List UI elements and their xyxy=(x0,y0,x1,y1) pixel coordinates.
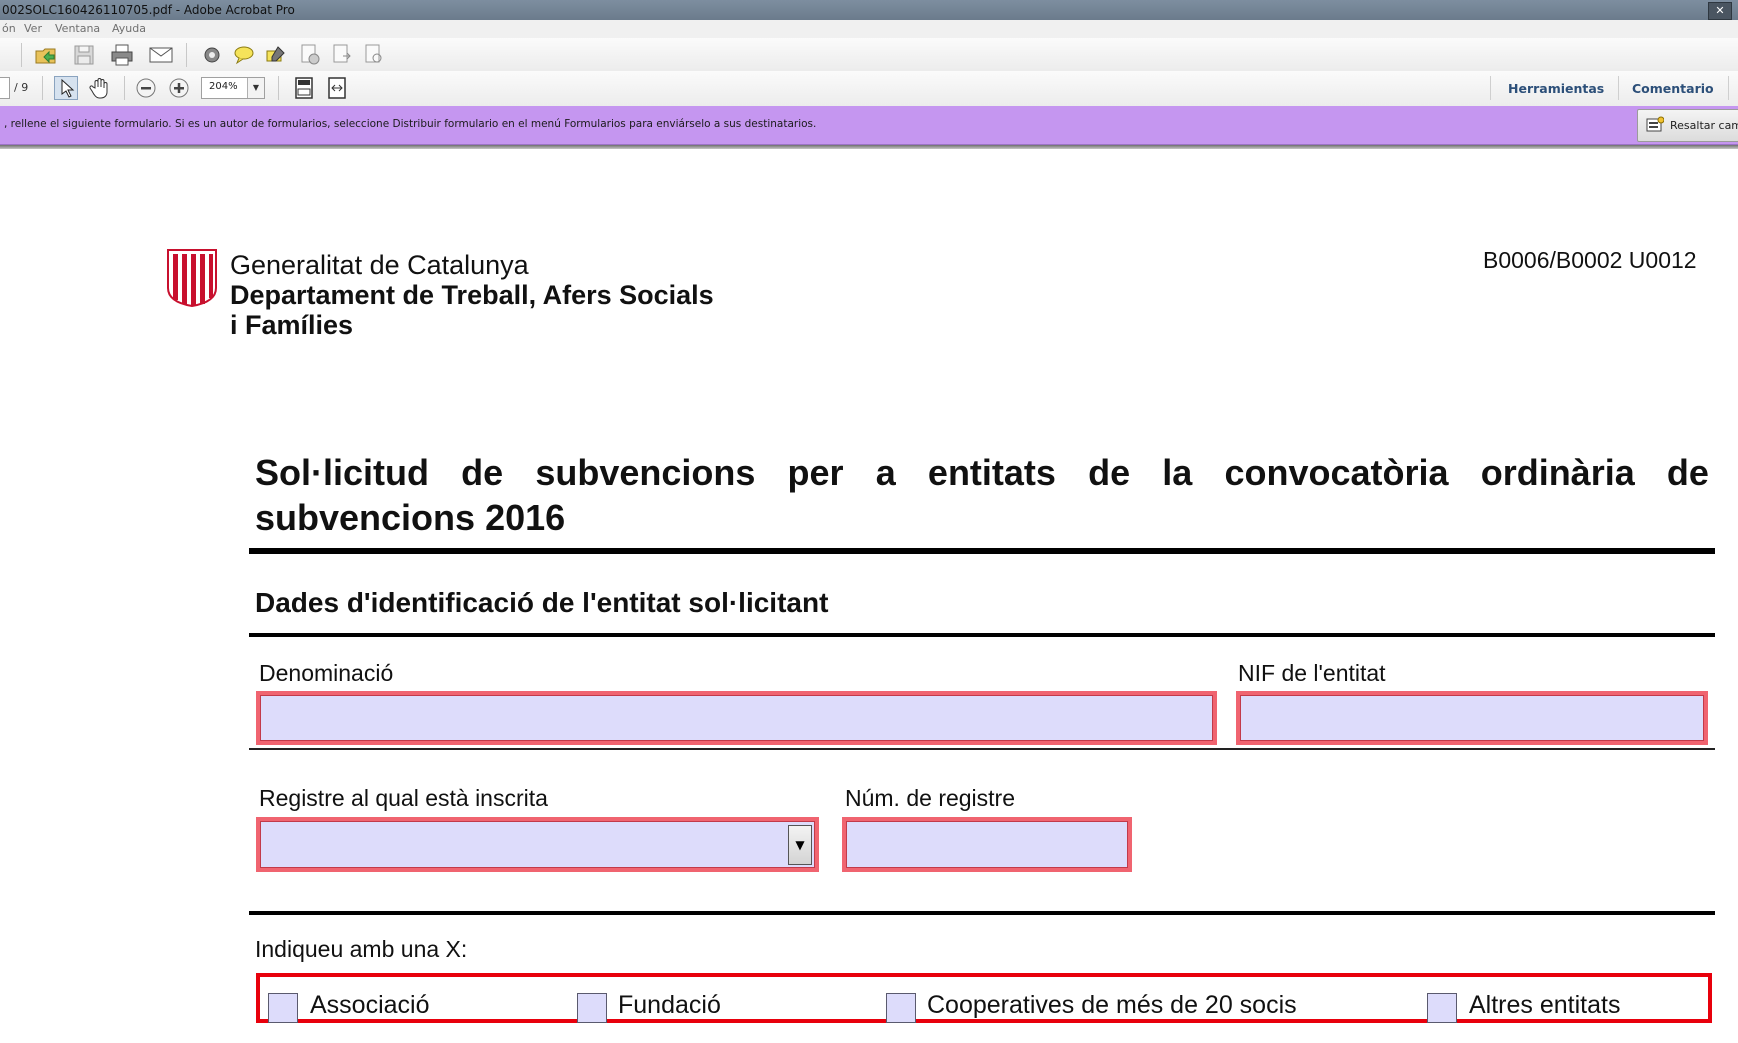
registre-select[interactable]: ▼ xyxy=(256,817,819,872)
indicate-label: Indiqueu amb una X: xyxy=(255,936,468,962)
highlight-fields-icon xyxy=(1646,116,1665,132)
zoom-level-select[interactable]: 204% ▼ xyxy=(201,77,265,99)
toolbar-separator xyxy=(21,43,22,67)
num-registre-field[interactable] xyxy=(842,817,1132,872)
select-tool-icon[interactable] xyxy=(54,76,78,100)
toolbar-separator xyxy=(186,43,187,67)
org-name-line2: Departament de Treball, Afers Socials xyxy=(230,280,714,310)
print-icon[interactable] xyxy=(110,43,134,67)
title-word: convocatòria xyxy=(1224,452,1449,493)
pdf-page: Generalitat de Catalunya Departament de … xyxy=(0,149,1738,1043)
toolbar-separator xyxy=(278,76,279,100)
denominacio-field[interactable] xyxy=(256,691,1217,745)
page-total: / 9 xyxy=(14,81,29,94)
document-title-line1: Sol·licitud de subvencions per a entitat… xyxy=(255,450,1709,495)
zoom-out-icon[interactable] xyxy=(134,76,158,100)
toolbar-separator xyxy=(1618,76,1619,100)
open-folder-icon[interactable] xyxy=(34,43,58,67)
checkbox-associacio[interactable] xyxy=(268,993,298,1023)
document-title-line2: subvencions 2016 xyxy=(255,497,566,538)
nif-field[interactable] xyxy=(1236,691,1708,745)
generalitat-logo-icon xyxy=(166,248,218,308)
registre-label: Registre al qual està inscrita xyxy=(259,785,548,811)
menu-item-ventana[interactable]: Ventana xyxy=(55,22,100,35)
title-word: per xyxy=(787,452,844,493)
form-message: , rellene el siguiente formulario. Si es… xyxy=(4,118,817,130)
tools-pane-link[interactable]: Herramientas xyxy=(1508,81,1604,96)
title-word: de xyxy=(1088,452,1131,493)
comment-pane-link[interactable]: Comentario xyxy=(1632,81,1714,96)
document-search-icon[interactable] xyxy=(362,43,386,67)
chevron-down-icon[interactable]: ▼ xyxy=(788,825,812,865)
toolbar-separator xyxy=(42,76,43,100)
page-number-input[interactable] xyxy=(0,77,10,99)
entity-type-group: Associació Fundació Cooperatives de més … xyxy=(256,973,1712,1023)
highlight-fields-label: Resaltar cam xyxy=(1670,119,1738,132)
file-toolbar xyxy=(0,38,1738,72)
navigation-toolbar: / 9 204% ▼ Herramientas Comentario xyxy=(0,71,1738,107)
title-word: ordinària xyxy=(1480,452,1635,493)
checkbox-altres-entitats-label: Altres entitats xyxy=(1469,991,1621,1019)
fit-page-icon[interactable] xyxy=(292,76,316,100)
menu-item-ayuda[interactable]: Ayuda xyxy=(112,22,146,35)
close-window-button[interactable]: ✕ xyxy=(1708,2,1732,20)
settings-gear-icon[interactable] xyxy=(200,43,224,67)
checkbox-cooperatives[interactable] xyxy=(886,993,916,1023)
menu-item-partial[interactable]: ón xyxy=(2,22,16,35)
document-title: Sol·licitud de subvencions per a entitat… xyxy=(255,450,1709,540)
title-word: subvencions xyxy=(535,452,756,493)
section-title: Dades d'identificació de l'entitat sol·l… xyxy=(255,587,829,618)
title-divider xyxy=(249,548,1715,554)
title-word: a xyxy=(875,452,896,493)
checkbox-associacio-label: Associació xyxy=(310,991,430,1019)
save-icon[interactable] xyxy=(72,43,96,67)
window-title: 002SOLC160426110705.pdf - Adobe Acrobat … xyxy=(2,3,295,17)
menu-bar: ón Ver Ventana Ayuda xyxy=(0,20,1738,39)
document-delete-icon[interactable] xyxy=(298,43,322,67)
title-word: de xyxy=(461,452,504,493)
highlight-pen-icon[interactable] xyxy=(264,43,288,67)
title-word: Sol·licitud xyxy=(255,452,429,493)
checkbox-cooperatives-label: Cooperatives de més de 20 socis xyxy=(927,991,1297,1019)
nif-label: NIF de l'entitat xyxy=(1238,660,1386,686)
title-word: de xyxy=(1666,452,1709,493)
hand-tool-icon[interactable] xyxy=(88,76,112,100)
email-icon[interactable] xyxy=(148,43,173,67)
section-divider xyxy=(249,633,1715,637)
num-registre-label: Núm. de registre xyxy=(845,785,1016,811)
document-reference-code: B0006/B0002 U0012 xyxy=(1483,247,1697,273)
menu-item-ver[interactable]: Ver xyxy=(24,22,42,35)
org-name-line3: i Famílies xyxy=(230,310,354,340)
row-divider xyxy=(249,748,1715,750)
document-export-icon[interactable] xyxy=(330,43,354,67)
checkbox-fundacio-label: Fundació xyxy=(618,991,721,1019)
denominacio-label: Denominació xyxy=(259,660,394,686)
checkbox-altres-entitats[interactable] xyxy=(1427,993,1457,1023)
comment-bubble-icon[interactable] xyxy=(232,43,256,67)
row-divider xyxy=(249,911,1715,915)
zoom-in-icon[interactable] xyxy=(167,76,191,100)
toolbar-separator xyxy=(1728,76,1729,100)
title-word: la xyxy=(1162,452,1193,493)
org-name-line1: Generalitat de Catalunya xyxy=(230,250,529,280)
title-word: entitats xyxy=(927,452,1056,493)
form-message-bar: , rellene el siguiente formulario. Si es… xyxy=(0,106,1738,145)
toolbar-separator xyxy=(124,76,125,100)
checkbox-fundacio[interactable] xyxy=(577,993,607,1023)
highlight-fields-button[interactable]: Resaltar cam xyxy=(1637,109,1738,142)
title-bar: 002SOLC160426110705.pdf - Adobe Acrobat … xyxy=(0,0,1738,20)
chevron-down-icon[interactable]: ▼ xyxy=(247,78,264,98)
fit-width-icon[interactable] xyxy=(325,76,349,100)
zoom-value: 204% xyxy=(209,81,238,92)
toolbar-separator xyxy=(1490,76,1491,100)
